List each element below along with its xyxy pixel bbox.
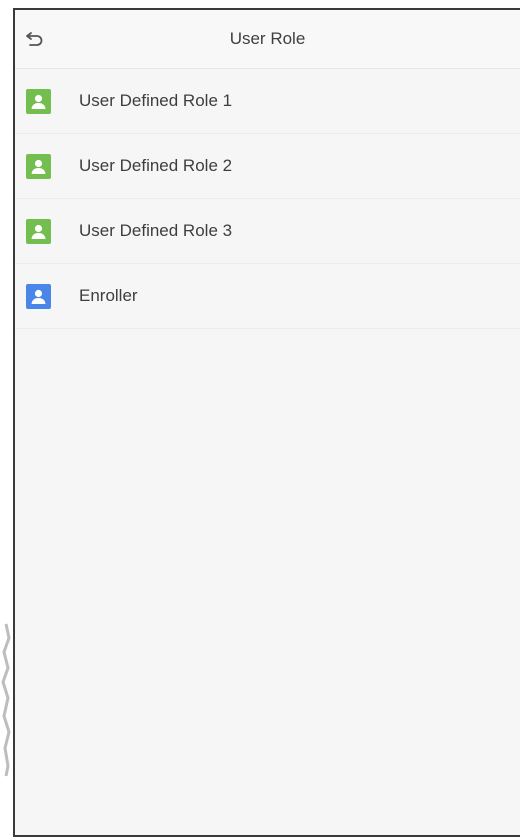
user-icon <box>26 154 51 179</box>
role-label: User Defined Role 1 <box>79 91 233 110</box>
role-item-enroller[interactable]: Enroller <box>15 264 520 329</box>
role-label: User Defined Role 3 <box>79 221 233 240</box>
device-screen: User Role User Defined Role 1 User Defin… <box>13 8 520 837</box>
user-icon <box>26 219 51 244</box>
role-label: Enroller <box>79 286 138 305</box>
role-item-user-defined-3[interactable]: User Defined Role 3 <box>15 199 520 264</box>
edge-artifact <box>1 623 11 777</box>
user-icon <box>26 284 51 309</box>
role-item-user-defined-2[interactable]: User Defined Role 2 <box>15 134 520 199</box>
role-list: User Defined Role 1 User Defined Role 2 … <box>15 69 520 329</box>
title-bar: User Role <box>15 10 520 69</box>
user-icon <box>26 89 51 114</box>
role-item-user-defined-1[interactable]: User Defined Role 1 <box>15 69 520 134</box>
page-title: User Role <box>229 29 306 48</box>
role-label: User Defined Role 2 <box>79 156 233 175</box>
